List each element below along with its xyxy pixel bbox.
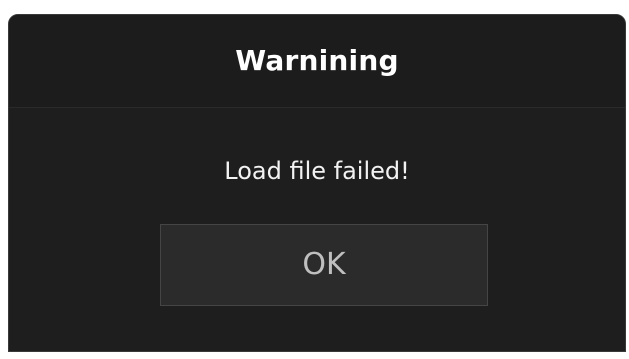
dialog-title-bar: Warnining [9, 15, 625, 108]
dialog-title: Warnining [235, 44, 399, 77]
warning-dialog: Warnining Load file failed! OK [8, 14, 626, 352]
ok-button[interactable]: OK [160, 224, 488, 306]
dialog-message: Load file failed! [224, 157, 410, 185]
dialog-body: Load file failed! OK [9, 108, 625, 351]
